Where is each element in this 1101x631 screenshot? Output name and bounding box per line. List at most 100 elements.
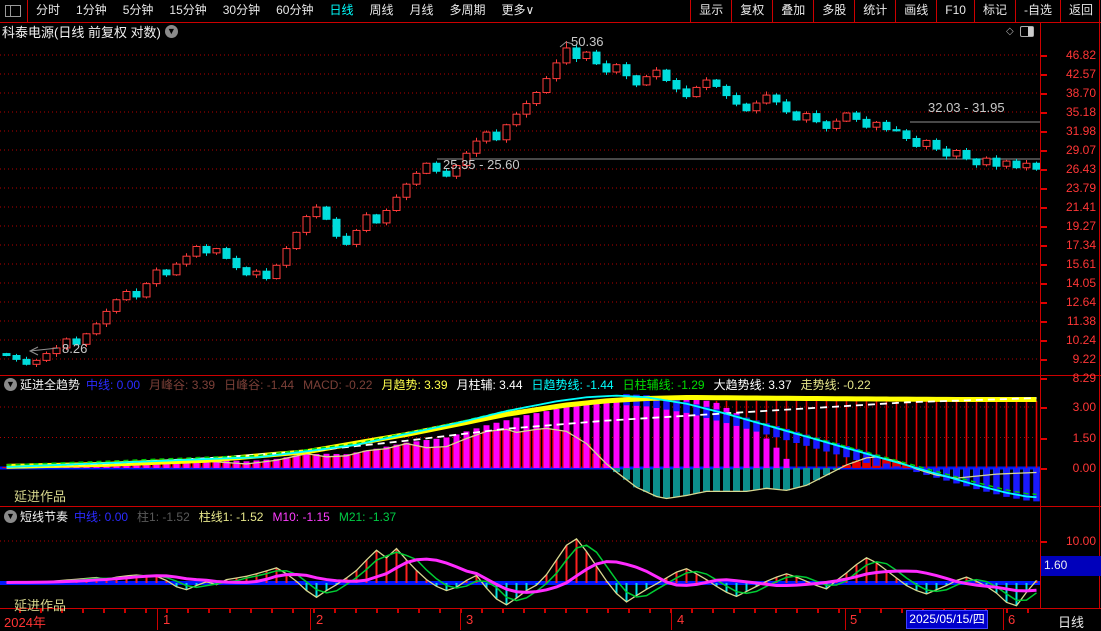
period-button[interactable]: 多周期: [442, 0, 494, 22]
price-axis-label: 26.43: [1042, 163, 1096, 176]
time-axis-label: 4: [677, 612, 684, 627]
axis-tick: [1041, 378, 1047, 380]
indicator-axis-label: 3.00: [1042, 401, 1096, 414]
time-axis-label: 2: [316, 612, 323, 627]
indicator-param: 日趋势线: -1.44: [532, 376, 614, 393]
window-split-icon[interactable]: [5, 5, 21, 17]
axis-tick: [1041, 150, 1047, 152]
price-axis-label: 31.98: [1042, 125, 1096, 138]
collapse-icon[interactable]: ▼: [4, 378, 17, 391]
price-axis-label: 46.82: [1042, 49, 1096, 62]
time-axis-label: 6: [1008, 612, 1015, 627]
axis-tick: [1041, 55, 1047, 57]
panel1-header: ▼ 延进全趋势 中线: 0.00月峰谷: 3.39日峰谷: -1.44MACD:…: [0, 377, 880, 392]
month-tick: [460, 609, 461, 630]
indicator-param: 柱1: -1.52: [137, 508, 190, 525]
price-axis-label: 35.18: [1042, 106, 1096, 119]
panel-separator[interactable]: [0, 506, 1101, 507]
diamond-icon[interactable]: ◇: [1006, 26, 1014, 37]
period-button[interactable]: 5分钟: [115, 0, 162, 22]
right-border: [1099, 0, 1100, 630]
action-button[interactable]: 画线: [895, 0, 936, 22]
action-button[interactable]: F10: [936, 0, 974, 22]
price-axis-label: 8.29: [1042, 372, 1096, 385]
axis-tick: [1041, 283, 1047, 285]
action-button[interactable]: 返回: [1060, 0, 1101, 22]
time-axis-label: 3: [466, 612, 473, 627]
panel-layout-icon[interactable]: [1020, 26, 1034, 37]
indicator-param: 日柱辅线: -1.29: [623, 376, 705, 393]
price-axis-label: 21.41: [1042, 201, 1096, 214]
axis-tick: [1041, 302, 1047, 304]
axis-tick: [1041, 169, 1047, 171]
trend-indicator-panel[interactable]: [0, 376, 1040, 506]
chevron-down-icon[interactable]: ▼: [165, 25, 178, 38]
action-button[interactable]: 多股: [813, 0, 854, 22]
price-axis-label: 14.05: [1042, 277, 1096, 290]
period-button[interactable]: 周线: [361, 0, 401, 22]
indicator-param: M21: -1.37: [339, 510, 396, 524]
action-button[interactable]: 标记: [974, 0, 1015, 22]
period-button[interactable]: 分时: [28, 0, 68, 22]
indicator-param: 月趋势: 3.39: [381, 376, 447, 393]
period-label: 日线: [1046, 612, 1096, 631]
period-button[interactable]: 15分钟: [161, 0, 214, 22]
price-annotation: 8.26: [62, 341, 87, 356]
action-button[interactable]: -自选: [1015, 0, 1060, 22]
price-annotation: 50.36: [571, 34, 604, 49]
period-button[interactable]: 更多∨: [494, 0, 543, 22]
price-axis-label: 11.38: [1042, 315, 1096, 328]
action-button[interactable]: 复权: [731, 0, 772, 22]
stock-title: 科泰电源(日线 前复权 对数): [2, 22, 161, 41]
axis-tick: [1041, 359, 1047, 361]
month-tick: [671, 609, 672, 630]
cursor-date-box: 2025/05/15/四: [906, 610, 988, 629]
indicator-name: 短线节奏: [20, 508, 68, 525]
period-button[interactable]: 日线: [321, 0, 361, 22]
axis-tick: [1041, 245, 1047, 247]
axis-tick: [1041, 340, 1047, 342]
period-menu: 分时1分钟5分钟15分钟30分钟60分钟日线周线月线多周期更多∨: [28, 0, 542, 22]
price-axis-label: 42.57: [1042, 68, 1096, 81]
price-axis-label: 12.64: [1042, 296, 1096, 309]
time-axis-label: 2024年: [4, 612, 46, 631]
chart-title-row: 科泰电源(日线 前复权 对数) ▼: [0, 23, 1040, 40]
period-button[interactable]: 30分钟: [215, 0, 268, 22]
axis-tick: [1041, 321, 1047, 323]
axis-tick: [1041, 541, 1047, 543]
watermark: 延进作品: [14, 595, 66, 614]
price-axis-label: 23.79: [1042, 182, 1096, 195]
panel2-header: ▼ 短线节奏 中线: 0.00柱1: -1.52柱线1: -1.52M10: -…: [0, 509, 405, 524]
main-candlestick-chart[interactable]: [0, 41, 1040, 375]
axis-tick: [1041, 112, 1047, 114]
indicator-axis-label: 0.00: [1042, 462, 1096, 475]
indicator-param: M10: -1.15: [272, 510, 329, 524]
axis-tick: [1041, 407, 1047, 409]
chart-corner-icons: ◇: [1006, 24, 1038, 38]
action-button[interactable]: 显示: [690, 0, 731, 22]
indicator-param: 中线: 0.00: [74, 508, 128, 525]
action-button[interactable]: 统计: [854, 0, 895, 22]
axis-tick: [1041, 438, 1047, 440]
indicator-param: 日峰谷: -1.44: [224, 376, 294, 393]
price-annotation: 25.35 - 25.60: [443, 157, 520, 172]
current-value-box: 1.60: [1041, 556, 1101, 576]
period-button[interactable]: 1分钟: [68, 0, 115, 22]
price-axis-label: 19.27: [1042, 220, 1096, 233]
price-axis-label: 29.07: [1042, 144, 1096, 157]
collapse-icon[interactable]: ▼: [4, 510, 17, 523]
period-button[interactable]: 月线: [402, 0, 442, 22]
time-axis-ticks: [0, 609, 1040, 613]
time-axis-label: 1: [163, 612, 170, 627]
time-axis: 2024年123456 2025/05/15/四: [0, 609, 1101, 630]
trading-app-window: 分时1分钟5分钟15分钟30分钟60分钟日线周线月线多周期更多∨ 显示复权叠加多…: [0, 0, 1101, 631]
period-button[interactable]: 60分钟: [268, 0, 321, 22]
indicator-param: 月峰谷: 3.39: [149, 376, 215, 393]
axis-tick: [1041, 131, 1047, 133]
axis-tick: [1041, 468, 1047, 470]
top-toolbar: 分时1分钟5分钟15分钟30分钟60分钟日线周线月线多周期更多∨ 显示复权叠加多…: [0, 0, 1101, 23]
action-button[interactable]: 叠加: [772, 0, 813, 22]
month-tick: [310, 609, 311, 630]
axis-tick: [1041, 264, 1047, 266]
axis-tick: [1041, 226, 1047, 228]
